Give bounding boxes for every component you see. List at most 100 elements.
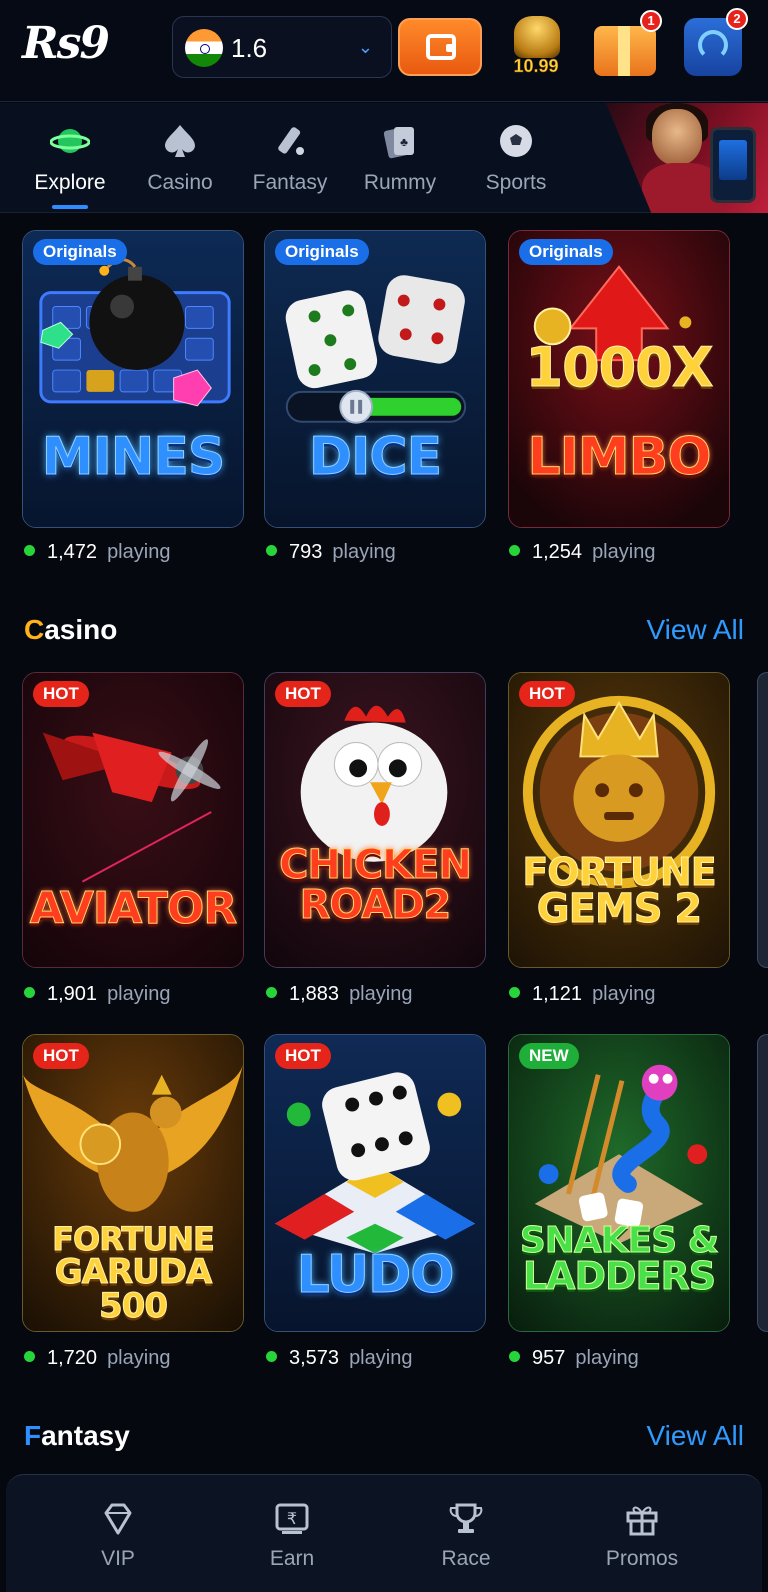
support-badge: 2 xyxy=(726,8,748,30)
game-title: LIMBO xyxy=(527,427,712,487)
online-dot-icon xyxy=(266,987,277,998)
game-title: AVIATOR xyxy=(29,883,237,934)
game-card-dice[interactable]: Originals DICE xyxy=(264,230,486,528)
online-dot-icon xyxy=(509,545,520,556)
wallet-icon xyxy=(426,34,456,60)
online-dot-icon xyxy=(266,1351,277,1362)
players-count: 1,472 playing xyxy=(24,541,170,564)
online-dot-icon xyxy=(266,545,277,556)
treasure-pot-icon xyxy=(514,16,560,58)
game-title-line1: FORTUNE xyxy=(52,1220,216,1258)
players-count: 1,901 playing xyxy=(24,983,170,1006)
tab-fantasy[interactable]: Fantasy xyxy=(240,121,340,195)
diamond-icon xyxy=(104,1503,132,1535)
tab-explore[interactable]: Explore xyxy=(20,121,120,195)
online-dot-icon xyxy=(24,545,35,556)
nav-race[interactable]: Race xyxy=(406,1499,526,1571)
game-card-fortune-gems-2[interactable]: HOT FORTUNE GEMS 2 xyxy=(508,672,730,968)
headset-icon xyxy=(698,30,728,60)
support-button[interactable]: 2 xyxy=(684,8,748,76)
next-card-peek[interactable] xyxy=(757,1034,768,1332)
section-title-fantasy: Fantasy xyxy=(24,1420,130,1451)
rewards-badge: 1 xyxy=(640,10,662,32)
next-card-peek[interactable] xyxy=(757,672,768,968)
nav-label: Promos xyxy=(605,1547,679,1570)
players-count: 957 playing xyxy=(509,1347,639,1370)
players-count: 793 playing xyxy=(266,541,396,564)
nav-vip[interactable]: VIP xyxy=(58,1499,178,1571)
chevron-down-icon: ⌄ xyxy=(357,37,373,57)
brand-logo[interactable]: Rs9 xyxy=(22,18,110,69)
football-icon xyxy=(500,125,532,157)
tab-label: Sports xyxy=(485,171,547,194)
online-dot-icon xyxy=(509,987,520,998)
svg-text:₹: ₹ xyxy=(287,1509,297,1528)
rewards-button[interactable]: 1 xyxy=(592,10,662,78)
gift-icon xyxy=(626,1506,658,1536)
game-title: DICE xyxy=(308,427,442,487)
gift-chest-icon xyxy=(594,26,656,76)
new-badge: NEW xyxy=(519,1043,579,1069)
game-title-line2: ROAD2 xyxy=(299,882,452,928)
game-card-chicken-road2[interactable]: HOT CHICKEN ROAD2 xyxy=(264,672,486,968)
jackpot-value: 10.99 xyxy=(513,56,559,77)
section-title-casino: Casino xyxy=(24,614,118,645)
nav-earn[interactable]: ₹ Earn xyxy=(232,1499,352,1571)
active-tab-indicator xyxy=(52,205,88,209)
phone-icon xyxy=(710,127,756,203)
casino-view-all-link[interactable]: View All xyxy=(646,614,744,646)
nav-label: VIP xyxy=(101,1547,135,1570)
game-title: MINES xyxy=(41,427,226,487)
game-card-snakes-ladders[interactable]: NEW SNAKES & LADDERS xyxy=(508,1034,730,1332)
game-title-line1: CHICKEN xyxy=(279,842,473,888)
tab-sports[interactable]: Sports xyxy=(466,121,566,195)
top-header: Rs9 1.6 ⌄ 10.99 1 2 xyxy=(0,0,768,102)
originals-badge: Originals xyxy=(275,239,369,265)
players-count: 1,121 playing xyxy=(509,983,655,1006)
planet-icon xyxy=(50,129,90,153)
svg-text:♣: ♣ xyxy=(400,135,408,149)
tab-rummy[interactable]: ♣ Rummy xyxy=(350,121,450,195)
game-title-line2: LADDERS xyxy=(522,1254,716,1298)
multiplier-title: 1000X xyxy=(525,336,714,399)
online-dot-icon xyxy=(509,1351,520,1362)
wallet-button[interactable] xyxy=(398,18,482,76)
players-count: 1,254 playing xyxy=(509,541,655,564)
nav-label: Earn xyxy=(269,1547,315,1570)
balance-value: 1.6 xyxy=(231,33,268,63)
nav-label: Race xyxy=(441,1547,491,1570)
india-flag-icon xyxy=(185,29,223,67)
game-title: LUDO xyxy=(296,1245,455,1305)
rupee-screen-icon: ₹ xyxy=(275,1503,309,1534)
originals-badge: Originals xyxy=(519,239,613,265)
game-card-fortune-garuda-500[interactable]: HOT FORTUNE GARUDA 500 xyxy=(22,1034,244,1332)
game-card-mines[interactable]: Originals MINES xyxy=(22,230,244,528)
tab-label: Casino xyxy=(147,171,213,194)
game-card-ludo[interactable]: HOT LUDO xyxy=(264,1034,486,1332)
cards-icon: ♣ xyxy=(383,127,414,159)
model-face xyxy=(652,109,702,165)
tab-label: Fantasy xyxy=(252,171,328,194)
tab-label: Explore xyxy=(34,171,106,194)
hot-badge: HOT xyxy=(33,1043,89,1069)
game-title-line2: GARUDA 500 xyxy=(54,1252,213,1326)
game-title-line2: GEMS 2 xyxy=(536,886,703,932)
trophy-icon xyxy=(449,1503,483,1533)
online-dot-icon xyxy=(24,987,35,998)
game-card-limbo[interactable]: Originals 1000X LIMBO xyxy=(508,230,730,528)
fantasy-view-all-link[interactable]: View All xyxy=(646,1420,744,1452)
hot-badge: HOT xyxy=(275,681,331,707)
hot-badge: HOT xyxy=(275,1043,331,1069)
tab-casino[interactable]: Casino xyxy=(130,121,230,195)
hot-badge: HOT xyxy=(519,681,575,707)
cricket-bat-icon xyxy=(278,127,304,155)
balance-selector[interactable]: 1.6 ⌄ xyxy=(172,16,392,78)
nav-promos[interactable]: Promos xyxy=(582,1499,702,1571)
game-card-aviator[interactable]: HOT AVIATOR xyxy=(22,672,244,968)
hot-badge: HOT xyxy=(33,681,89,707)
originals-badge: Originals xyxy=(33,239,127,265)
online-dot-icon xyxy=(24,1351,35,1362)
spade-icon xyxy=(165,125,195,157)
jackpot-button[interactable]: 10.99 xyxy=(506,12,566,78)
promo-banner[interactable] xyxy=(606,103,768,213)
